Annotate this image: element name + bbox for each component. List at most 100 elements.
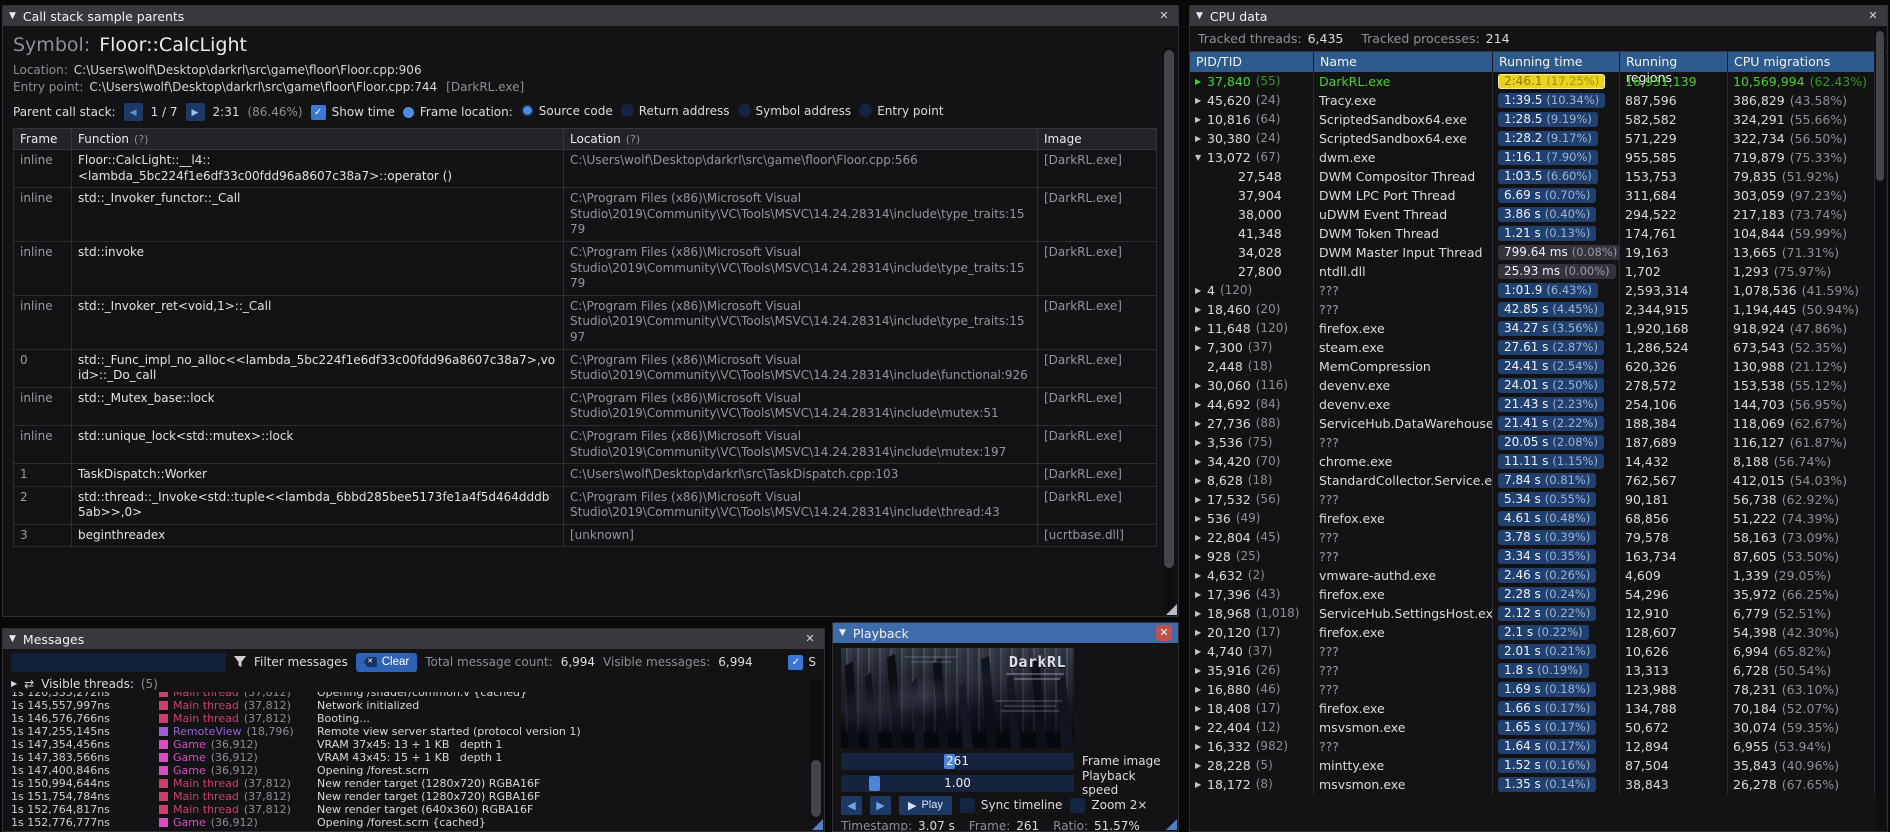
expand-icon[interactable]: ▶	[1195, 110, 1207, 129]
filter-input[interactable]	[11, 652, 226, 672]
resize-grip[interactable]	[812, 819, 823, 830]
cpu-process-row[interactable]: ▶ 11,648 (120) firefox.exe 34.27 s (3.56%) 1,9…	[1190, 319, 1875, 338]
expand-icon[interactable]: ▶	[1195, 91, 1207, 110]
cpu-process-row[interactable]: ▶ 18,408 (17) firefox.exe 1.66 s (0.17%) 134,7…	[1190, 699, 1875, 718]
callstack-frame-row[interactable]: 2 std::thread::_Invoke<std::tuple<<lambda…	[13, 485, 1157, 525]
cpu-process-row[interactable]: 34,028 DWM Master Input Thread 799.64 ms (0…	[1190, 243, 1875, 262]
message-row[interactable]: 1s 147,354,456ns Game (36,912) VRAM 37x45: …	[11, 738, 816, 751]
expand-icon[interactable]: ▶	[1195, 300, 1207, 319]
cpu-process-row[interactable]: ▶ 18,460 (20)??? 42.85 s (4.45%) 2,344,915 1,1…	[1190, 300, 1875, 319]
frame-location-option[interactable]: Symbol address	[737, 104, 851, 118]
expand-icon[interactable]: ▶	[1195, 490, 1207, 509]
callstack-frame-row[interactable]: inline std::unique_lock<std::mutex>::lock…	[13, 424, 1157, 465]
messages-scrollbar[interactable]	[810, 677, 822, 819]
playback-speed-slider[interactable]: 1.00	[841, 774, 1074, 792]
close-icon[interactable]: ✕	[1156, 8, 1172, 24]
resize-grip[interactable]	[1166, 819, 1177, 830]
cpu-process-row[interactable]: ▶ 18,172 (8) msvsmon.exe 1.35 s (0.14%) 38,843…	[1190, 775, 1875, 794]
cpu-process-row[interactable]: 37,904 DWM LPC Port Thread 6.69 s (0.70%) 31…	[1190, 186, 1875, 205]
expand-icon[interactable]: ▶	[1195, 585, 1207, 604]
cpu-process-row[interactable]: ▶ 37,840 (55) DarkRL.exe 2:46.1 (17.25%) 16,93…	[1190, 72, 1875, 91]
expand-icon[interactable]: ▶	[1195, 547, 1207, 566]
callstack-titlebar[interactable]: ▼ Call stack sample parents ✕	[3, 6, 1178, 26]
expand-icon[interactable]: ▶	[1195, 737, 1207, 756]
cpu-process-row[interactable]: ▶ 20,120 (17) firefox.exe 2.1 s (0.22%) 128,60…	[1190, 623, 1875, 642]
frame-location-option[interactable]: Return address	[620, 104, 730, 118]
playback-titlebar[interactable]: ▼ Playback ✕	[833, 623, 1178, 643]
cpu-process-row[interactable]: ▶ 22,404 (12) msvsmon.exe 1.65 s (0.17%) 50,67…	[1190, 718, 1875, 737]
expand-icon[interactable]: ▼	[1195, 148, 1207, 167]
resize-grip[interactable]	[1166, 604, 1177, 615]
expand-icon[interactable]: ▶	[1195, 129, 1207, 148]
cpu-process-row[interactable]: ▼ 13,072 (67) dwm.exe 1:16.1 (7.90%) 955,585 71…	[1190, 148, 1875, 167]
message-row[interactable]: 1s 150,994,644ns Main thread (37,812) New r…	[11, 777, 816, 790]
cpu-process-row[interactable]: ▶ 17,396 (43) firefox.exe 2.28 s (0.24%) 54,29…	[1190, 585, 1875, 604]
expand-icon[interactable]: ▶	[1195, 72, 1207, 91]
column-header-name[interactable]: Name	[1314, 52, 1493, 72]
cpu-process-row[interactable]: 41,348 DWM Token Thread 1.21 s (0.13%) 174,7…	[1190, 224, 1875, 243]
message-row[interactable]: 1s 147,255,145ns RemoteView (18,796) Remote…	[11, 725, 816, 738]
next-frame-button[interactable]: ▶	[870, 795, 891, 815]
expand-icon[interactable]: ▶	[1195, 528, 1207, 547]
expand-icon[interactable]: ▶	[1195, 604, 1207, 623]
scrollbar-thumb[interactable]	[1876, 31, 1884, 181]
callstack-frame-row[interactable]: 3 beginthreadex [unknown] [ucrtbase.dll]	[13, 523, 1157, 548]
expand-icon[interactable]: ▶	[1195, 414, 1207, 433]
expand-icon[interactable]: ▶	[1195, 471, 1207, 490]
frame-image-slider[interactable]: 261	[841, 752, 1074, 770]
cpu-process-row[interactable]: ▶ 7,300 (37) steam.exe 27.61 s (2.87%) 1,286,5…	[1190, 338, 1875, 357]
message-row[interactable]: 1s 151,754,784ns Main thread (37,812) New r…	[11, 790, 816, 803]
prev-frame-button[interactable]: ◀	[841, 795, 862, 815]
messages-extra-checkbox[interactable]: ✓ S	[788, 654, 816, 670]
expand-icon[interactable]: ▶	[1195, 566, 1207, 585]
cpu-titlebar[interactable]: ▼ CPU data ✕	[1190, 6, 1887, 26]
cpu-process-row[interactable]: ▶ 536 (49) firefox.exe 4.61 s (0.48%) 68,856 51…	[1190, 509, 1875, 528]
cpu-process-row[interactable]: ▶ 4,740 (37)??? 2.01 s (0.21%) 10,626 6,994 (65…	[1190, 642, 1875, 661]
collapse-icon[interactable]: ▼	[9, 11, 16, 21]
help-icon[interactable]: (?)	[626, 133, 640, 146]
expand-icon[interactable]: ▶	[1195, 756, 1207, 775]
tree-collapsed-icon[interactable]: ▶	[11, 679, 17, 688]
column-header-pid-tid[interactable]: PID/TID	[1190, 52, 1314, 72]
expand-icon[interactable]: ▶	[1195, 775, 1207, 794]
visible-threads-row[interactable]: ▶ ⇄ Visible threads: (5)	[3, 675, 824, 692]
cpu-process-row[interactable]: ▶ 35,916 (26)??? 1.8 s (0.19%) 13,313 6,728 (50…	[1190, 661, 1875, 680]
expand-icon[interactable]: ▶	[1195, 661, 1207, 680]
message-row[interactable]: 1s 147,383,566ns Game (36,912) VRAM 43x45: …	[11, 751, 816, 764]
cpu-process-row[interactable]: ▶ 44,692 (84) devenv.exe 21.43 s (2.23%) 254,1…	[1190, 395, 1875, 414]
cpu-process-row[interactable]: ▶ 27,736 (88) ServiceHub.DataWarehouse 21.41…	[1190, 414, 1875, 433]
callstack-frame-row[interactable]: 0 std::_Func_impl_no_alloc<<lambda_5bc224…	[13, 348, 1157, 388]
cpu-process-row[interactable]: ▶ 17,532 (56)??? 5.34 s (0.55%) 90,181 56,738 (…	[1190, 490, 1875, 509]
cpu-process-row[interactable]: ▶ 16,332 (982)??? 1.64 s (0.17%) 12,894 6,955 (…	[1190, 737, 1875, 756]
frame-location-option[interactable]: Entry point	[859, 104, 944, 118]
column-header-running-time[interactable]: Running time	[1493, 52, 1620, 72]
callstack-frame-row[interactable]: 1 TaskDispatch::Worker C:\Users\wolf\Deskt…	[13, 463, 1157, 487]
message-row[interactable]: 1s 147,400,846ns Game (36,912) Opening /for…	[11, 764, 816, 777]
sync-timeline-checkbox[interactable]: Sync timeline	[959, 797, 1062, 813]
expand-icon[interactable]: ▶	[1195, 376, 1207, 395]
cpu-process-row[interactable]: ▶ 28,228 (5) mintty.exe 1.52 s (0.16%) 87,504 3…	[1190, 756, 1875, 775]
cpu-process-row[interactable]: ▶ 4,632 (2) vmware-authd.exe 2.46 s (0.26%) 4,…	[1190, 566, 1875, 585]
expand-icon[interactable]: ▶	[1195, 433, 1207, 452]
close-icon[interactable]: ✕	[1865, 8, 1881, 24]
message-row[interactable]: 1s 152,776,777ns Game (36,912) Opening /for…	[11, 816, 816, 829]
expand-icon[interactable]: ▶	[1195, 281, 1207, 300]
close-icon[interactable]: ✕	[802, 631, 818, 647]
column-header-cpu-migrations[interactable]: CPU migrations	[1728, 52, 1875, 72]
zoom-2x-checkbox[interactable]: Zoom 2×	[1070, 797, 1148, 813]
expand-icon[interactable]: ▶	[1195, 509, 1207, 528]
cpu-process-row[interactable]: ▶ 34,420 (70) chrome.exe 11.11 s (1.15%) 14,43…	[1190, 452, 1875, 471]
cpu-process-row[interactable]: ▶ 30,060 (116) devenv.exe 24.01 s (2.50%) 278,…	[1190, 376, 1875, 395]
expand-icon[interactable]: ▶	[1195, 319, 1207, 338]
cpu-process-row[interactable]: ▶ 4 (120)??? 1:01.9 (6.43%) 2,593,314 1,078,53…	[1190, 281, 1875, 300]
collapse-icon[interactable]: ▼	[839, 628, 846, 638]
cpu-process-row[interactable]: 2,448 (18) MemCompression 24.41 s (2.54%) 620…	[1190, 357, 1875, 376]
expand-icon[interactable]: ▶	[1195, 642, 1207, 661]
cpu-process-row[interactable]: ▶ 30,380 (24) ScriptedSandbox64.exe 1:28.2 (9…	[1190, 129, 1875, 148]
cpu-scrollbar[interactable]	[1875, 29, 1885, 828]
callstack-frame-row[interactable]: inline Floor::CalcLight::__l4::<lambda_5b…	[13, 148, 1157, 189]
message-row[interactable]: 1s 152,912,997ns Game (36,912) Opening /met…	[11, 829, 816, 831]
callstack-frame-row[interactable]: inline std::_Invoker_ret<void,1>::_Call C:…	[13, 294, 1157, 350]
expand-icon[interactable]: ▶	[1195, 680, 1207, 699]
play-button[interactable]: ▶ Play	[899, 795, 952, 815]
